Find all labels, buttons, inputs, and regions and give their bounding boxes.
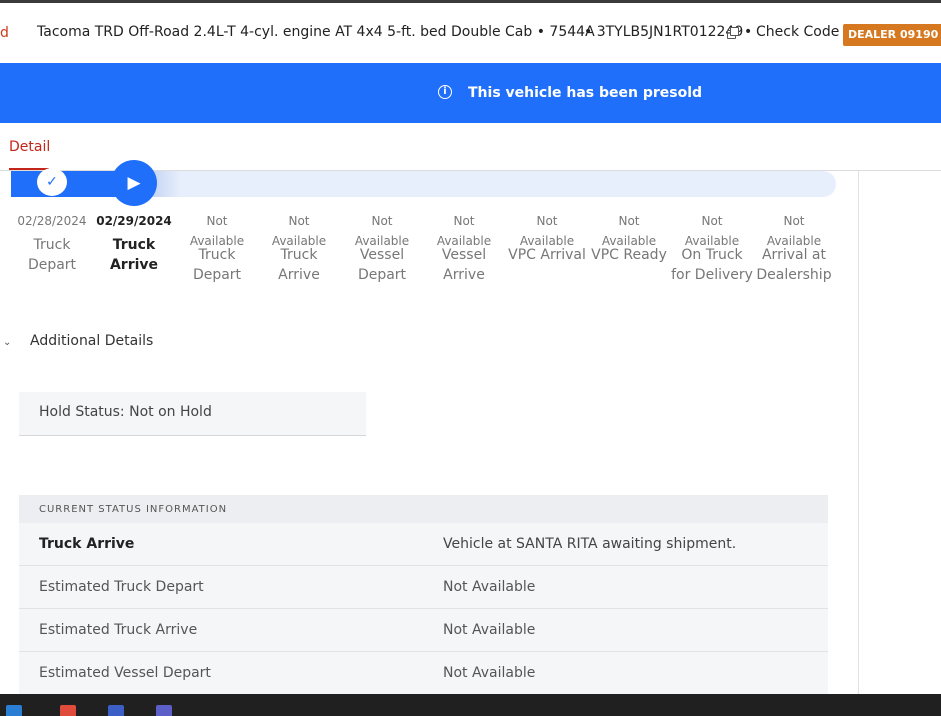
milestone-name: Vessel Arrive <box>441 247 487 283</box>
milestone-truck-arrive-1: 02/29/2024 Truck Arrive <box>93 211 175 275</box>
copy-icon[interactable] <box>727 27 739 39</box>
status-value: Not Available <box>443 579 536 595</box>
status-value: Vehicle at SANTA RITA awaiting shipment. <box>443 536 737 552</box>
milestone-truck-depart-2: Not Available Truck Depart <box>176 211 258 285</box>
info-icon: i <box>438 85 452 99</box>
milestone-vessel-depart: Not Available Vessel Depart <box>341 211 423 285</box>
checkmark-icon: ✓ <box>37 168 67 196</box>
app-icon[interactable] <box>108 705 124 716</box>
check-code-link[interactable]: Check Code <box>756 24 839 40</box>
chevron-down-icon: ⌄ <box>3 337 12 348</box>
status-key: Estimated Truck Arrive <box>39 622 198 638</box>
play-icon: ▶ <box>111 160 157 206</box>
status-value: Not Available <box>443 665 536 681</box>
chrome-icon[interactable] <box>60 705 76 716</box>
hold-status: Hold Status: Not on Hold <box>19 392 366 436</box>
milestone-truck-arrive-2: Not Available Truck Arrive <box>258 211 340 285</box>
panel-divider <box>858 171 859 694</box>
vin-number: • 3TYLB5JN1RT012249 <box>584 24 744 40</box>
milestone-vpc-arrival: Not Available VPC Arrival <box>506 211 588 265</box>
milestone-name: Truck Depart <box>192 247 242 283</box>
milestone-name: VPC Ready <box>591 247 667 263</box>
milestone-truck-depart-1: 02/28/2024 Truck Depart <box>11 211 93 275</box>
milestone-vessel-arrive: Not Available Vessel Arrive <box>423 211 505 285</box>
milestone-name: Truck Depart <box>27 237 77 273</box>
status-key: Estimated Truck Depart <box>39 579 204 595</box>
milestone-on-truck-for-delivery: Not Available On Truck for Delivery <box>671 211 753 285</box>
additional-details-label: Additional Details <box>30 333 154 349</box>
milestone-vpc-ready: Not Available VPC Ready <box>588 211 670 265</box>
status-table-heading: CURRENT STATUS INFORMATION <box>19 495 828 523</box>
milestone-date: 02/29/2024 <box>96 214 172 228</box>
milestone-name: Truck Arrive <box>278 247 320 283</box>
status-value: Not Available <box>443 622 536 638</box>
banner-message: This vehicle has been presold <box>468 85 703 101</box>
current-status-table: CURRENT STATUS INFORMATION Truck Arrive … <box>19 495 828 695</box>
status-key: Estimated Vessel Depart <box>39 665 211 681</box>
table-row: Estimated Vessel Depart Not Available <box>19 652 828 695</box>
milestone-arrival-at-dealership: Not Available Arrival at Dealership <box>753 211 835 285</box>
dealer-badge: DEALER 09190 <box>843 24 941 46</box>
milestone-name: Vessel Depart <box>357 247 407 283</box>
taskbar <box>0 694 941 716</box>
table-row: Estimated Truck Depart Not Available <box>19 566 828 609</box>
separator: • <box>744 24 753 40</box>
milestone-name: Truck Arrive <box>109 237 159 273</box>
vehicle-title: Tacoma TRD Off-Road 2.4L-T 4-cyl. engine… <box>37 24 595 40</box>
teams-icon[interactable] <box>156 705 172 716</box>
presold-banner: i This vehicle has been presold <box>0 63 941 123</box>
table-row: Estimated Truck Arrive Not Available <box>19 609 828 652</box>
outlook-icon[interactable] <box>6 705 22 716</box>
milestone-date: 02/28/2024 <box>17 214 87 228</box>
truncated-text: d <box>0 25 9 41</box>
table-row: Truck Arrive Vehicle at SANTA RITA await… <box>19 523 828 566</box>
status-key: Truck Arrive <box>39 536 135 552</box>
milestone-name: Arrival at Dealership <box>756 247 832 283</box>
milestone-name: VPC Arrival <box>508 247 586 263</box>
vehicle-header: d Tacoma TRD Off-Road 2.4L-T 4-cyl. engi… <box>0 3 941 63</box>
tab-detail[interactable]: Detail <box>9 139 50 155</box>
milestone-name: On Truck for Delivery <box>671 247 753 283</box>
